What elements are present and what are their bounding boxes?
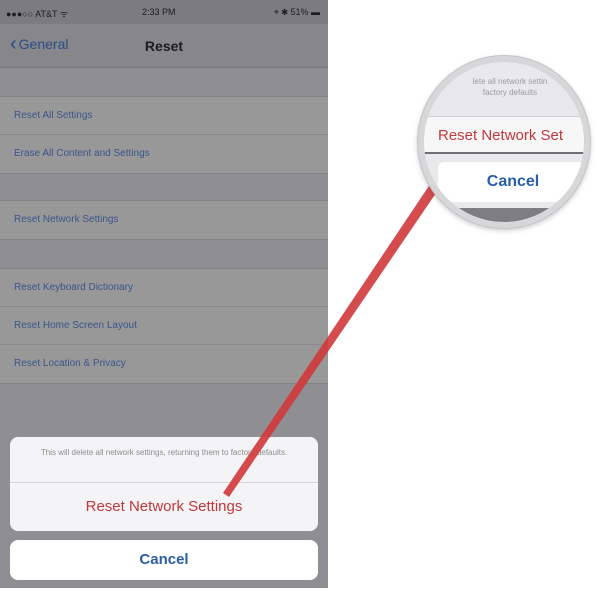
settings-group-reset-all: Reset All Settings Erase All Content and… <box>0 96 328 174</box>
navigation-bar: ‹ General Reset <box>0 24 328 68</box>
reset-all-settings-item[interactable]: Reset All Settings <box>0 97 328 135</box>
magnified-message-line-1: lete all network settin <box>472 77 548 86</box>
battery-indicator: ⌖ ✱ 51% ▬ <box>273 7 320 17</box>
reset-location-privacy-item[interactable]: Reset Location & Privacy <box>0 345 328 383</box>
settings-group-other: Reset Keyboard Dictionary Reset Home Scr… <box>0 268 328 384</box>
magnified-reset-network-button: Reset Network Set <box>424 116 584 154</box>
carrier-signal: ●●●○○ AT&T ᯤ <box>6 9 69 19</box>
action-sheet-message: This will delete all network settings, r… <box>10 437 318 483</box>
phone-screenshot: ●●●○○ AT&T ᯤ 2:33 PM ⌖ ✱ 51% ▬ ‹ General… <box>0 0 328 588</box>
page-title: Reset <box>144 38 184 54</box>
magnified-message-line-2: factory defaults <box>482 88 538 97</box>
reset-keyboard-dictionary-item[interactable]: Reset Keyboard Dictionary <box>0 269 328 307</box>
reset-network-settings-button[interactable]: Reset Network Settings <box>10 483 318 531</box>
erase-all-content-item[interactable]: Erase All Content and Settings <box>0 135 328 173</box>
magnified-message: lete all network settin factory defaults <box>424 76 584 98</box>
status-time: 2:33 PM <box>142 7 176 17</box>
action-sheet: This will delete all network settings, r… <box>10 437 318 531</box>
status-bar: ●●●○○ AT&T ᯤ 2:33 PM ⌖ ✱ 51% ▬ <box>0 0 328 24</box>
reset-network-settings-item[interactable]: Reset Network Settings <box>0 201 328 239</box>
reset-home-screen-layout-item[interactable]: Reset Home Screen Layout <box>0 307 328 345</box>
cancel-button[interactable]: Cancel <box>10 540 318 580</box>
settings-group-network: Reset Network Settings <box>0 200 328 240</box>
zoom-magnifier: lete all network settin factory defaults… <box>418 56 590 228</box>
magnified-cancel-button: Cancel <box>438 162 584 202</box>
magnified-background <box>424 208 584 222</box>
